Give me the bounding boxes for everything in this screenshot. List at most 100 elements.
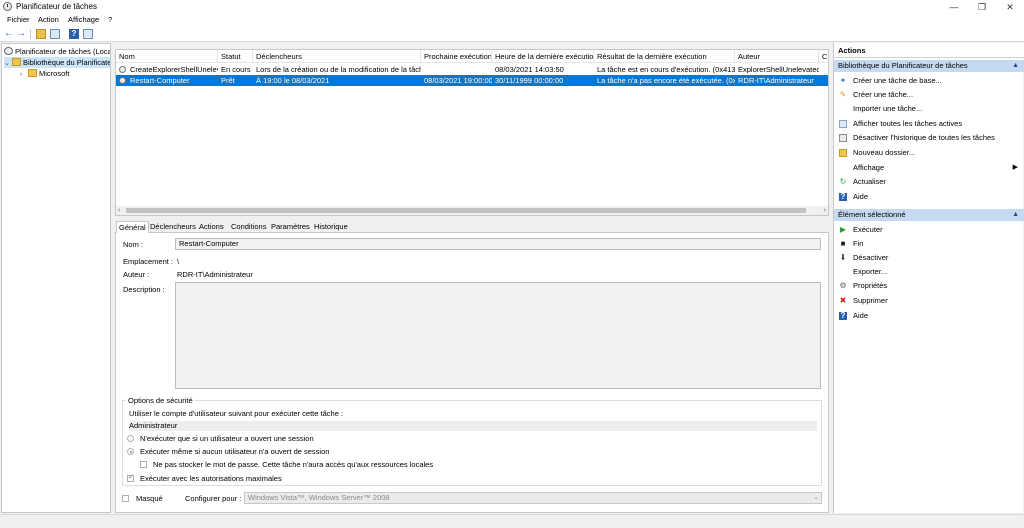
configure-for-select[interactable]: Windows Vista™, Windows Server™ 2008 ⌄ xyxy=(244,492,822,504)
horizontal-scrollbar[interactable]: ‹ › xyxy=(116,206,828,215)
action-label: Exporter... xyxy=(853,267,888,276)
name-field[interactable]: Restart-Computer xyxy=(175,238,821,250)
tab-history[interactable]: Historique xyxy=(312,221,350,233)
tab-triggers[interactable]: Déclencheurs xyxy=(148,221,198,233)
up-folder-icon[interactable] xyxy=(36,29,46,39)
forward-arrow-icon[interactable]: → xyxy=(16,29,26,39)
run-icon: ▶ xyxy=(839,225,847,234)
collapse-chevron-icon[interactable]: ⌄ xyxy=(4,58,12,69)
action-help[interactable]: ? Aide xyxy=(834,190,1024,204)
action-label: Affichage xyxy=(853,163,885,172)
scroll-thumb[interactable] xyxy=(126,208,806,213)
scroll-left-icon[interactable]: ‹ xyxy=(118,206,120,215)
task-cell-last-run: 08/03/2021 14:03:50 xyxy=(495,65,564,74)
action-help-selected[interactable]: ? Aide xyxy=(834,309,1024,323)
column-header-triggers[interactable]: Déclencheurs xyxy=(253,50,421,63)
title-bar: Planificateur de tâches — ❐ ✕ xyxy=(0,0,1024,14)
checkbox-highest-privileges[interactable] xyxy=(127,473,134,482)
scroll-right-icon[interactable]: › xyxy=(824,206,826,215)
menu-action[interactable]: Action xyxy=(38,15,59,24)
radio-run-logged-on[interactable] xyxy=(127,435,134,442)
collapse-triangle-icon[interactable]: ▲ xyxy=(1012,209,1019,221)
action-label: Afficher toutes les tâches actives xyxy=(853,119,963,128)
action-run[interactable]: ▶ Exécuter xyxy=(834,223,1024,237)
action-new-folder[interactable]: Nouveau dossier... xyxy=(834,146,1024,160)
radio-run-logged-on-label: N'exécuter que si un utilisateur a ouver… xyxy=(140,434,314,443)
window-title: Planificateur de tâches xyxy=(16,2,97,11)
action-label: Désactiver xyxy=(853,253,889,262)
tab-actions[interactable]: Actions xyxy=(197,221,226,233)
action-import-task[interactable]: Importer une tâche... xyxy=(834,102,1024,116)
radio-run-whether-logged-on[interactable] xyxy=(127,448,134,455)
console-tree: Planificateur de tâches (Local) ⌄ Bibliot… xyxy=(1,43,111,513)
action-end[interactable]: ■ Fin xyxy=(834,237,1024,251)
create-basic-task-icon: ✦ xyxy=(839,76,847,85)
security-options-title: Options de sécurité xyxy=(126,396,195,405)
task-cell-name: CreateExplorerShellUnelevatedTask xyxy=(130,65,218,74)
actions-section-selected-item[interactable]: Élément sélectionné ▲ xyxy=(834,209,1024,221)
tree-library-label: Bibliothèque du Planificateur de tâches xyxy=(23,58,111,67)
location-value: \ xyxy=(177,257,180,266)
clock-icon xyxy=(4,47,13,55)
description-field[interactable] xyxy=(175,282,821,389)
actions-pane: Actions Bibliothèque du Planificateur de… xyxy=(833,43,1024,513)
actions-pane-title: Actions xyxy=(834,43,1024,58)
tree-item-library[interactable]: ⌄ Bibliothèque du Planificateur de tâches xyxy=(4,57,111,69)
task-cell-last-run: 30/11/1999 00:00:00 xyxy=(495,76,564,85)
column-header-author[interactable]: Auteur xyxy=(735,50,819,63)
action-properties[interactable]: ⚙ Propriétés xyxy=(834,279,1024,293)
checkbox-do-not-store-password[interactable] xyxy=(140,461,147,468)
actions-section-library[interactable]: Bibliothèque du Planificateur de tâches … xyxy=(834,60,1024,72)
expand-chevron-icon[interactable]: › xyxy=(20,69,28,80)
tree-item-root[interactable]: Planificateur de tâches (Local) xyxy=(4,46,110,57)
task-row[interactable]: CreateExplorerShellUnelevatedTask En cou… xyxy=(116,64,828,75)
action-refresh[interactable]: ↻ Actualiser xyxy=(834,175,1024,189)
delete-icon: ✖ xyxy=(839,296,847,305)
action-view[interactable]: Affichage ▶ xyxy=(834,161,1024,175)
refresh-icon: ↻ xyxy=(839,177,847,186)
action-delete[interactable]: ✖ Supprimer xyxy=(834,294,1024,308)
column-header-created[interactable]: C xyxy=(819,50,828,63)
collapse-triangle-icon[interactable]: ▲ xyxy=(1012,60,1019,72)
action-disable-history[interactable]: Désactiver l'historique de toutes les tâ… xyxy=(834,131,1024,145)
action-label: Exécuter xyxy=(853,225,883,234)
action-create-task[interactable]: ✎ Créer une tâche... xyxy=(834,88,1024,102)
task-details-pane: Général Déclencheurs Actions Conditions … xyxy=(115,221,829,513)
column-header-next-run[interactable]: Prochaine exécution xyxy=(421,50,492,63)
column-header-status[interactable]: Statut xyxy=(218,50,253,63)
show-hide-console-tree-icon[interactable] xyxy=(50,29,60,39)
task-cell-last-result: La tâche est en cours d'exécution. (0x41… xyxy=(597,65,735,74)
task-cell-last-result: La tâche n'a pas encore été exécutée. (0… xyxy=(597,76,735,85)
help-icon[interactable]: ? xyxy=(69,29,79,39)
restore-button[interactable]: ❐ xyxy=(968,0,996,14)
task-cell-name: Restart-Computer xyxy=(130,76,190,85)
show-hide-action-pane-icon[interactable] xyxy=(83,29,93,39)
task-cell-status: Prêt xyxy=(221,76,235,85)
action-display-running-tasks[interactable]: Afficher toutes les tâches actives xyxy=(834,117,1024,131)
task-cell-triggers: À 19:00 le 08/03/2021 xyxy=(256,76,330,85)
menu-fichier[interactable]: Fichier xyxy=(7,15,30,24)
folder-icon xyxy=(12,58,21,66)
menu-help[interactable]: ? xyxy=(108,15,112,24)
toolbar: ← → ? xyxy=(0,26,1024,42)
minimize-button[interactable]: — xyxy=(940,0,968,14)
column-header-last-result[interactable]: Résultat de la dernière exécution xyxy=(594,50,735,63)
close-button[interactable]: ✕ xyxy=(996,0,1024,14)
back-arrow-icon[interactable]: ← xyxy=(4,29,14,39)
action-label: Aide xyxy=(853,192,869,201)
tree-item-microsoft[interactable]: › Microsoft xyxy=(20,68,69,79)
task-cell-next-run: 08/03/2021 19:00:00 xyxy=(424,76,492,85)
action-create-basic-task[interactable]: ✦ Créer une tâche de base... xyxy=(834,74,1024,88)
column-header-name[interactable]: Nom xyxy=(116,50,218,63)
tab-settings[interactable]: Paramètres xyxy=(269,221,312,233)
action-disable[interactable]: ⬇ Désactiver xyxy=(834,251,1024,265)
action-export[interactable]: Exporter... xyxy=(834,265,1024,279)
tab-conditions[interactable]: Conditions xyxy=(229,221,268,233)
create-task-icon: ✎ xyxy=(839,90,847,99)
task-scheduler-window: Planificateur de tâches — ❐ ✕ Fichier Ac… xyxy=(0,0,1024,528)
task-row-selected[interactable]: Restart-Computer Prêt À 19:00 le 08/03/2… xyxy=(116,75,828,86)
menu-affichage[interactable]: Affichage xyxy=(68,15,99,24)
checkbox-hidden[interactable] xyxy=(122,495,129,502)
column-header-last-run[interactable]: Heure de la dernière exécution xyxy=(492,50,594,63)
checkbox-highest-privileges-label: Exécuter avec les autorisations maximale… xyxy=(140,474,282,483)
